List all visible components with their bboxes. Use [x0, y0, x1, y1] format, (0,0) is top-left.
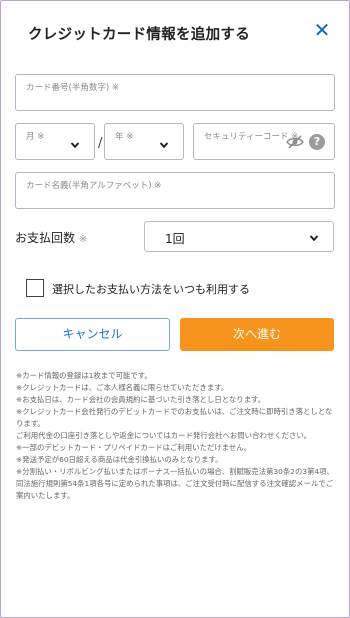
payment-count-select[interactable]: 1回 [144, 221, 334, 252]
chevron-down-icon [159, 142, 169, 149]
expiry-year-label: 年 ※ [115, 132, 134, 142]
note-line: ※お支払日は、カード会社の会員規約に基づいた引き落とし日となります。 [16, 395, 266, 404]
note-line: ※分割払い・リボルビング払いまたはボーナス一括払いの場合、割賦販売法第30条2の… [16, 467, 334, 500]
expiry-month-label: 月 ※ [26, 132, 45, 142]
chevron-down-icon [70, 142, 80, 149]
payment-count-text: お支払回数 [15, 231, 76, 245]
note-line: ※クレジットカード会社発行のデビットカードでのお支払いは、ご注文時に即時引き落と… [16, 407, 333, 428]
note-line: ※一部のデビットカード・プリペイドカードはご利用いただけません。 [16, 443, 252, 452]
security-code-label: セキュリティーコード ※ [204, 132, 299, 142]
chevron-down-icon [309, 235, 319, 242]
hide-password-icon[interactable] [286, 135, 304, 149]
modal-title: クレジットカード情報を追加する [28, 27, 250, 43]
payment-count-value: 1回 [165, 232, 185, 246]
expiry-year-select[interactable]: 年 ※ [104, 123, 184, 160]
notes-section: ※カード情報の登録は1枚まで可能です。 ※クレジットカードは、ご本人様名義に限ら… [16, 370, 338, 502]
card-number-label: カード番号(半角数字) ※ [26, 83, 119, 93]
note-line: ※クレジットカードは、ご本人様名義に限らせていただきます。 [16, 383, 229, 392]
remember-checkbox[interactable] [26, 279, 44, 297]
required-mark: ※ [78, 234, 88, 245]
card-number-field[interactable]: カード番号(半角数字) ※ [15, 74, 335, 111]
remember-label[interactable]: 選択したお支払い方法をいつも利用する [52, 281, 250, 297]
card-name-field[interactable]: カード名義(半角アルファベット) ※ [15, 172, 335, 209]
payment-count-label: お支払回数 ※ [15, 229, 87, 246]
note-line: ※カード情報の登録は1枚まで可能です。 [16, 371, 152, 380]
cancel-button[interactable]: キャンセル [15, 318, 170, 351]
card-name-label: カード名義(半角アルファベット) ※ [26, 181, 162, 191]
note-line: ※発送予定が60日超える商品は代金引換払いのみとなります。 [16, 455, 223, 464]
note-line: ご利用代金の口座引き落としや返金についてはカード発行会社へお問い合わせください。 [16, 431, 312, 440]
close-icon[interactable]: ✕ [312, 20, 332, 40]
help-icon[interactable]: ? [309, 134, 325, 150]
expiry-month-select[interactable]: 月 ※ [15, 123, 95, 160]
next-button[interactable]: 次へ進む [180, 318, 334, 351]
expiry-separator: / [98, 136, 103, 151]
